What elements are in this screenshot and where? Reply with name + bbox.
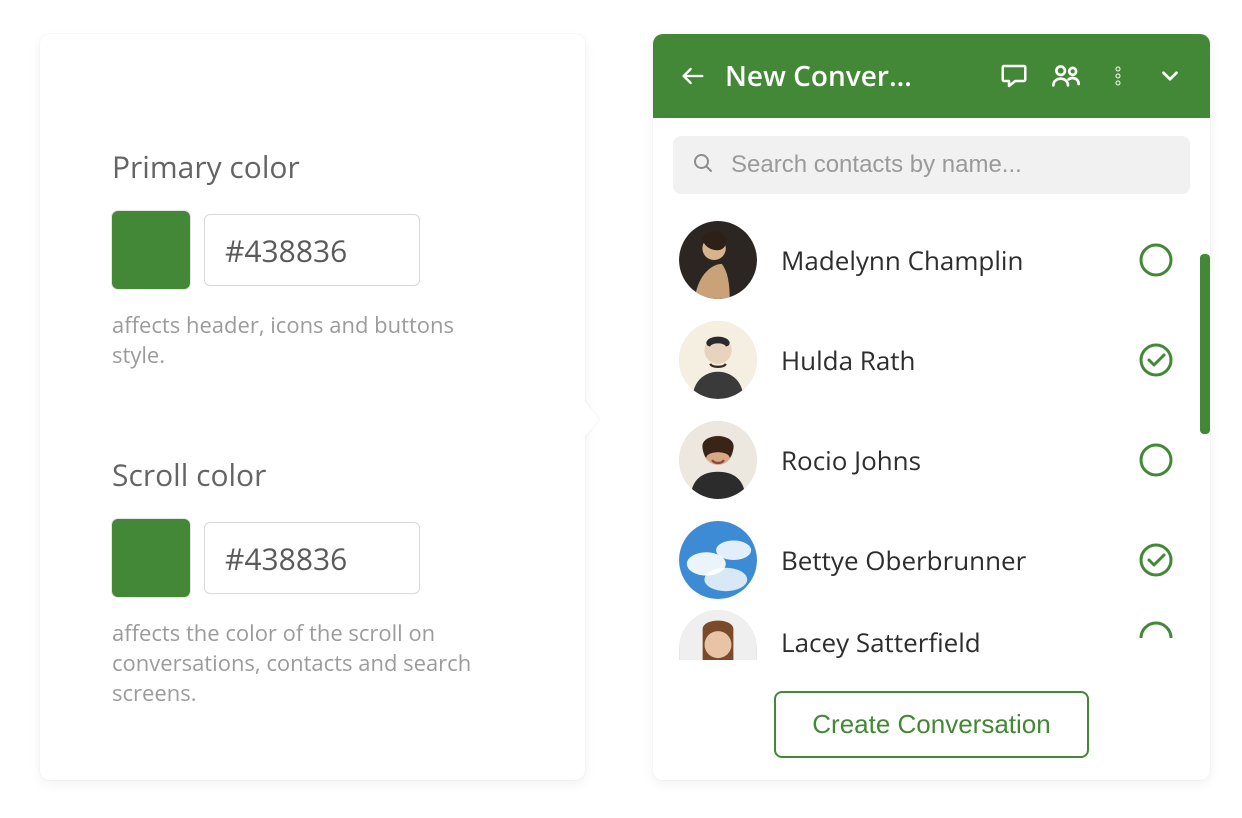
- comment-icon[interactable]: [994, 56, 1034, 96]
- contact-name: Hulda Rath: [781, 342, 1114, 378]
- people-icon[interactable]: [1046, 56, 1086, 96]
- select-toggle[interactable]: [1138, 542, 1174, 578]
- primary-color-value: #438836: [225, 230, 347, 271]
- scroll-color-section: Scroll color #438836 affects the color o…: [112, 454, 513, 708]
- color-settings-card: Primary color #438836 affects header, ic…: [40, 34, 585, 780]
- contact-row[interactable]: Lacey Satterfield: [679, 610, 1200, 670]
- primary-color-desc: affects header, icons and buttons style.: [112, 311, 512, 370]
- contact-name: Rocio Johns: [781, 442, 1114, 478]
- select-toggle[interactable]: [1138, 620, 1174, 656]
- create-bar: Create Conversation: [653, 673, 1210, 780]
- avatar: [679, 321, 757, 399]
- search-input[interactable]: [729, 150, 1172, 180]
- create-conversation-button[interactable]: Create Conversation: [774, 691, 1088, 758]
- select-toggle[interactable]: [1138, 242, 1174, 278]
- select-toggle[interactable]: [1138, 342, 1174, 378]
- chat-header-title: New Conver…: [725, 57, 912, 95]
- contact-row[interactable]: Hulda Rath: [679, 310, 1200, 410]
- select-toggle[interactable]: [1138, 442, 1174, 478]
- chevron-down-icon[interactable]: [1150, 56, 1190, 96]
- search-field[interactable]: [673, 136, 1190, 194]
- avatar: [679, 610, 757, 660]
- contacts-scroll[interactable]: Madelynn Champlin Hulda Rath Rocio Joh: [653, 204, 1210, 673]
- chat-header: New Conver…: [653, 34, 1210, 118]
- contact-name: Bettye Oberbrunner: [781, 542, 1114, 578]
- primary-color-swatch[interactable]: [112, 211, 190, 289]
- primary-color-title: Primary color: [112, 146, 513, 187]
- primary-color-input[interactable]: #438836: [204, 214, 420, 286]
- avatar: [679, 521, 757, 599]
- contact-row[interactable]: Madelynn Champlin: [679, 210, 1200, 310]
- more-icon[interactable]: [1098, 56, 1138, 96]
- new-conversation-panel: New Conver… Madelynn Champlin: [653, 34, 1210, 780]
- primary-color-section: Primary color #438836 affects header, ic…: [112, 146, 513, 370]
- scroll-color-input[interactable]: #438836: [204, 522, 420, 594]
- scroll-color-desc: affects the color of the scroll on conve…: [112, 619, 512, 708]
- avatar: [679, 221, 757, 299]
- back-icon[interactable]: [673, 56, 713, 96]
- contact-name: Lacey Satterfield: [781, 610, 1114, 660]
- scroll-color-swatch[interactable]: [112, 519, 190, 597]
- contact-row[interactable]: Rocio Johns: [679, 410, 1200, 510]
- search-icon: [691, 151, 715, 180]
- scroll-thumb[interactable]: [1200, 254, 1210, 434]
- primary-color-row: #438836: [112, 211, 513, 289]
- scroll-color-value: #438836: [225, 538, 347, 579]
- scroll-color-row: #438836: [112, 519, 513, 597]
- avatar: [679, 421, 757, 499]
- scroll-color-title: Scroll color: [112, 454, 513, 495]
- contact-name: Madelynn Champlin: [781, 242, 1114, 278]
- contacts-list: Madelynn Champlin Hulda Rath Rocio Joh: [653, 204, 1210, 670]
- contact-row[interactable]: Bettye Oberbrunner: [679, 510, 1200, 610]
